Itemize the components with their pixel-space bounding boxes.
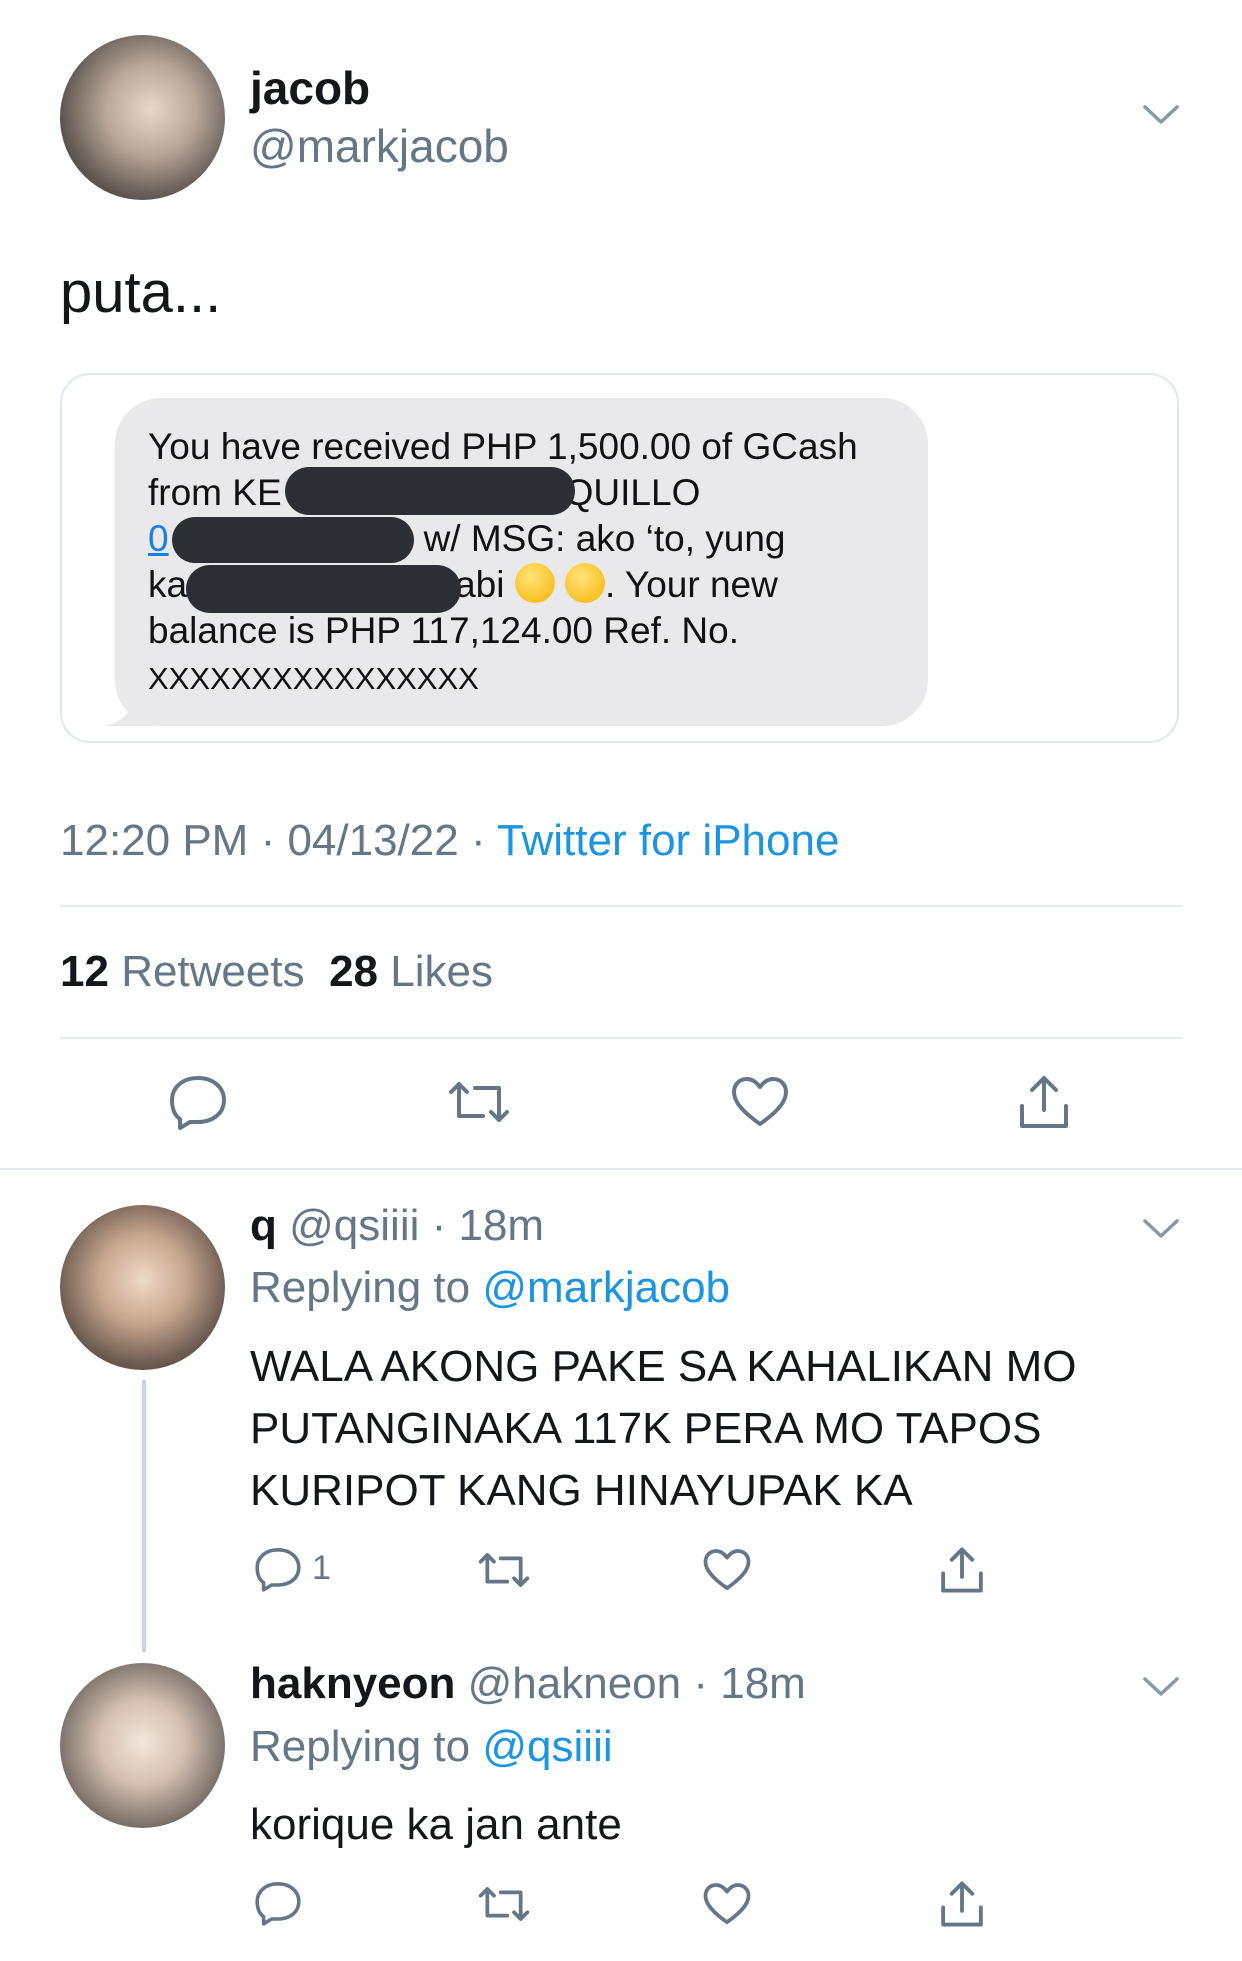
retweets-label: Retweets [121,947,305,996]
replying-to: Replying to @markjacob [250,1262,730,1314]
sms-line-5: balance is PHP 117,124.00 Ref. No. [148,610,740,651]
replying-to-handle[interactable]: @markjacob [482,1263,730,1312]
tweet-text: puta... [60,260,222,325]
reply-header: q @qsiiii · 18m [250,1201,545,1250]
author-handle[interactable]: @markjacob [250,120,509,172]
tweet-source-link[interactable]: Twitter for iPhone [497,816,839,865]
chevron-down-icon[interactable] [1143,104,1179,126]
sms-line-2-end: QUILLO [564,472,701,513]
likes-label: Likes [390,947,493,996]
yum-emoji-icon [514,563,555,603]
retweet-icon[interactable] [447,1078,511,1126]
retweets-stat[interactable]: 12 Retweets [60,947,305,996]
reply-author-name[interactable]: haknyeon [250,1659,455,1708]
sms-line-3-end: w/ MSG: ako ‘to, yung [423,518,786,559]
tweet-date: 04/13/22 [287,816,459,865]
reply-text-line: WALA AKONG PAKE SA KAHALIKAN MO [250,1342,1077,1391]
reply-avatar[interactable] [60,1205,225,1370]
redaction-bar [186,565,461,613]
sms-line-4-end: abi [455,564,505,605]
heart-icon[interactable] [703,1548,751,1592]
share-icon[interactable] [938,1544,986,1596]
heart-icon[interactable] [703,1882,751,1926]
divider [60,905,1182,907]
redaction-bar [172,517,414,563]
reply-avatar[interactable] [60,1663,225,1828]
tweet-meta: 12:20 PM · 04/13/22 · Twitter for iPhone [60,815,839,867]
sms-line-6: XXXXXXXXXXXXXXXX [148,661,479,696]
replying-to-label: Replying to [250,1722,471,1771]
retweets-count: 12 [60,947,109,996]
sms-line-1: You have received PHP 1,500.00 of GCash [148,426,858,467]
reply-time: 18m [458,1201,545,1250]
reply-header: haknyeon @hakneon · 18m [250,1659,806,1708]
reply-author-handle[interactable]: @hakneon [468,1659,682,1708]
reply-text: korique ka jan ante [250,1794,622,1856]
reply-icon[interactable] [254,1546,302,1592]
reply-icon[interactable] [168,1074,228,1130]
tweet-stats: 12 Retweets 28 Likes [60,946,493,998]
author-name[interactable]: jacob [250,62,370,114]
thread-line [142,1380,146,1652]
meta-separator: · [248,816,288,865]
reply-icon[interactable] [254,1880,302,1926]
sms-line-4-start: ka [148,564,188,605]
reply-author-handle[interactable]: @qsiiii [289,1201,419,1250]
divider [0,1168,1242,1170]
tweet-time: 12:20 PM [60,816,249,865]
reply-text-line: korique ka jan ante [250,1800,622,1849]
retweet-icon[interactable] [477,1884,531,1924]
replying-to-handle[interactable]: @qsiiii [482,1722,612,1771]
replying-to-label: Replying to [250,1263,471,1312]
sms-line-3-start: 0 [148,518,169,559]
sms-line-2-start: from KE [148,472,282,513]
share-icon[interactable] [1016,1072,1072,1132]
meta-separator: · [458,816,498,865]
reply-text-line: KURIPOT KANG HINAYUPAK KA [250,1466,913,1515]
chevron-down-icon[interactable] [1143,1218,1179,1240]
reply-text-line: PUTANGINAKA 117K PERA MO TAPOS [250,1404,1042,1453]
retweet-icon[interactable] [477,1550,531,1590]
kiss-emoji-icon [565,563,606,603]
reply-author-name[interactable]: q [250,1201,277,1250]
reply-time: 18m [720,1659,806,1708]
replying-to: Replying to @qsiiii [250,1721,613,1773]
sms-line-4-tail: . Your new [605,564,778,605]
chevron-down-icon[interactable] [1143,1676,1179,1698]
share-icon[interactable] [938,1878,986,1930]
redaction-bar [285,467,575,515]
author-avatar[interactable] [60,35,225,200]
likes-stat[interactable]: 28 Likes [329,947,493,996]
reply-count: 1 [312,1549,331,1587]
likes-count: 28 [329,947,379,996]
divider [60,1037,1182,1039]
heart-icon[interactable] [731,1076,789,1128]
reply-text: WALA AKONG PAKE SA KAHALIKAN MO PUTANGIN… [250,1336,1077,1522]
sms-text: You have received PHP 1,500.00 of GCash … [148,424,928,702]
